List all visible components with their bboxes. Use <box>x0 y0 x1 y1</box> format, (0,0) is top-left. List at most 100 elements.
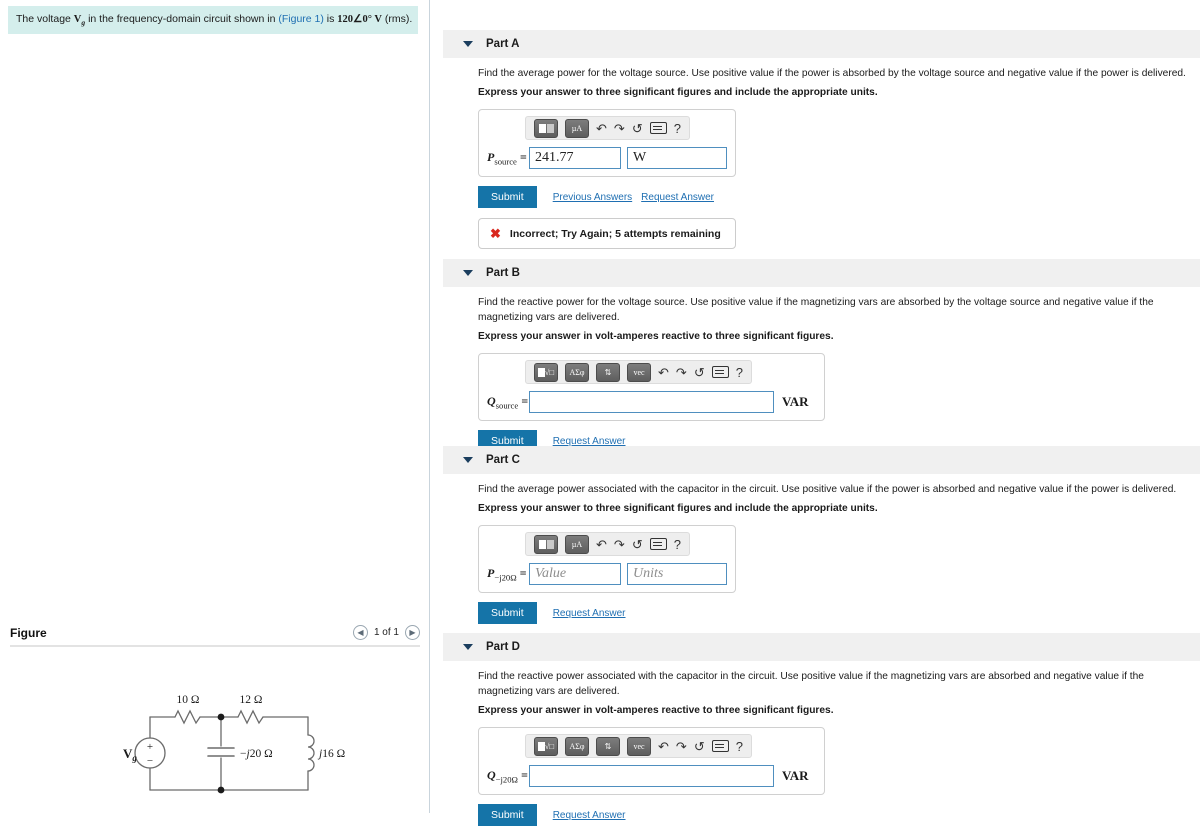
sqrt-icon[interactable]: √□ <box>534 736 558 756</box>
caret-down-icon[interactable] <box>463 644 473 650</box>
actions-c: Submit Request Answer <box>478 602 1198 624</box>
units-icon[interactable]: µA <box>565 534 589 554</box>
inductor-label: j16 Ω <box>317 748 345 760</box>
help-icon[interactable]: ? <box>674 538 681 551</box>
part-header-b[interactable]: Part B <box>443 259 1200 287</box>
redo-icon[interactable]: ↷ <box>676 366 687 379</box>
part-title-a: Part A <box>486 38 520 50</box>
feedback-text-a: Incorrect; Try Again; 5 attempts remaini… <box>509 227 721 240</box>
problem-text-end: (rms). <box>381 12 413 25</box>
undo-icon[interactable]: ↶ <box>596 538 607 551</box>
undo-icon[interactable]: ↶ <box>658 740 669 753</box>
math-toolbar-a: µA ↶ ↷ ↺ ? <box>525 116 690 140</box>
reset-icon[interactable]: ↺ <box>632 538 643 551</box>
source-plus-sign: + <box>147 741 153 753</box>
part-prompt-a: Find the average power for the voltage s… <box>478 68 1186 79</box>
chevron-left-icon[interactable]: ◀ <box>352 625 368 640</box>
reset-icon[interactable]: ↺ <box>632 122 643 135</box>
feedback-banner-a: ✖ Incorrect; Try Again; 5 attempts remai… <box>478 218 736 249</box>
vector-icon[interactable]: vec <box>627 362 651 382</box>
chevron-right-icon[interactable]: ▶ <box>405 625 420 640</box>
caret-down-icon[interactable] <box>463 270 473 276</box>
part-instruction-d: Express your answer in volt-amperes reac… <box>478 705 834 716</box>
source-minus-sign: − <box>147 755 153 767</box>
math-toolbar-c: µA ↶ ↷ ↺ ? <box>525 532 690 556</box>
problem-text-pre: The voltage <box>16 12 74 25</box>
part-title-d: Part D <box>486 641 520 653</box>
reset-icon[interactable]: ↺ <box>694 366 705 379</box>
reset-icon[interactable]: ↺ <box>694 740 705 753</box>
left-panel: The voltage Vg in the frequency-domain c… <box>0 0 428 813</box>
updown-icon[interactable]: ⇅ <box>596 362 620 382</box>
template-icon[interactable] <box>534 118 558 138</box>
answer-row-c: P−j20Ω = <box>487 563 727 585</box>
resistor-12-label: 12 Ω <box>240 694 263 706</box>
answer-box-d: √□ ΑΣφ ⇅ vec ↶ ↷ ↺ ? Q−j20Ω = VAR <box>478 727 825 795</box>
keyboard-icon[interactable] <box>649 538 667 550</box>
previous-answers-link-a[interactable]: Previous Answers <box>553 192 632 203</box>
request-answer-link-c[interactable]: Request Answer <box>553 608 626 619</box>
submit-button-a[interactable]: Submit <box>478 186 537 208</box>
actions-d: Submit Request Answer <box>478 804 1198 826</box>
submit-button-c[interactable]: Submit <box>478 602 537 624</box>
answer-units-input-a[interactable] <box>627 147 727 169</box>
request-answer-link-d[interactable]: Request Answer <box>553 810 626 821</box>
part-header-a[interactable]: Part A <box>443 30 1200 58</box>
answer-box-c: µA ↶ ↷ ↺ ? P−j20Ω = <box>478 525 736 593</box>
redo-icon[interactable]: ↷ <box>614 538 625 551</box>
figure-count: 1 of 1 <box>373 627 399 638</box>
redo-icon[interactable]: ↷ <box>676 740 687 753</box>
redo-icon[interactable]: ↷ <box>614 122 625 135</box>
part-header-c[interactable]: Part C <box>443 446 1200 474</box>
greek-icon[interactable]: ΑΣφ <box>565 362 589 382</box>
problem-text-post: is <box>323 12 338 25</box>
figure-link[interactable]: (Figure 1) <box>278 13 324 25</box>
answer-value-input-b[interactable] <box>529 391 774 413</box>
updown-icon[interactable]: ⇅ <box>596 736 620 756</box>
template-icon[interactable] <box>534 534 558 554</box>
answer-value-input-c[interactable] <box>529 563 621 585</box>
help-icon[interactable]: ? <box>736 740 743 753</box>
circuit-diagram: + − Vg 10 Ω 12 Ω −j20 Ω j16 Ω <box>95 680 365 810</box>
figure-divider <box>10 645 420 647</box>
right-panel: Part A Find the average power for the vo… <box>430 0 1200 826</box>
answer-label-c: P−j20Ω = <box>487 565 527 583</box>
part-title-b: Part B <box>486 267 520 279</box>
help-icon[interactable]: ? <box>674 122 681 135</box>
part-body-a: Find the average power for the voltage s… <box>478 66 1198 249</box>
problem-text: The voltage Vg in the frequency-domain c… <box>16 13 412 27</box>
keyboard-icon[interactable] <box>711 740 729 752</box>
greek-icon[interactable]: ΑΣφ <box>565 736 589 756</box>
math-toolbar-d: √□ ΑΣφ ⇅ vec ↶ ↷ ↺ ? <box>525 734 752 758</box>
answer-value-input-d[interactable] <box>529 765 774 787</box>
problem-page: The voltage Vg in the frequency-domain c… <box>0 0 1200 826</box>
request-answer-link-b[interactable]: Request Answer <box>553 436 626 447</box>
caret-down-icon[interactable] <box>463 41 473 47</box>
answer-unit-suffix-d: VAR <box>782 768 809 783</box>
part-instruction-a: Express your answer to three significant… <box>478 87 878 98</box>
part-header-d[interactable]: Part D <box>443 633 1200 661</box>
problem-statement-banner: The voltage Vg in the frequency-domain c… <box>8 6 418 34</box>
actions-a: Submit Previous Answers Request Answer <box>478 186 1198 208</box>
problem-text-mid: in the frequency-domain circuit shown in <box>85 12 279 25</box>
node-top <box>217 713 225 721</box>
help-icon[interactable]: ? <box>736 366 743 379</box>
units-icon[interactable]: µA <box>565 118 589 138</box>
caret-down-icon[interactable] <box>463 457 473 463</box>
problem-value: 120∠0° V <box>337 13 382 25</box>
request-answer-link-a[interactable]: Request Answer <box>641 192 714 203</box>
submit-button-d[interactable]: Submit <box>478 804 537 826</box>
undo-icon[interactable]: ↶ <box>596 122 607 135</box>
sqrt-icon[interactable]: √□ <box>534 362 558 382</box>
answer-value-input-a[interactable] <box>529 147 621 169</box>
math-toolbar-b: √□ ΑΣφ ⇅ vec ↶ ↷ ↺ ? <box>525 360 752 384</box>
keyboard-icon[interactable] <box>649 122 667 134</box>
part-prompt-b: Find the reactive power for the voltage … <box>478 297 1154 323</box>
figure-header: Figure ◀ 1 of 1 ▶ <box>10 625 420 640</box>
answer-box-a: µA ↶ ↷ ↺ ? Psource = <box>478 109 736 177</box>
keyboard-icon[interactable] <box>711 366 729 378</box>
answer-units-input-c[interactable] <box>627 563 727 585</box>
vector-icon[interactable]: vec <box>627 736 651 756</box>
undo-icon[interactable]: ↶ <box>658 366 669 379</box>
resistor-10-label: 10 Ω <box>177 694 200 706</box>
